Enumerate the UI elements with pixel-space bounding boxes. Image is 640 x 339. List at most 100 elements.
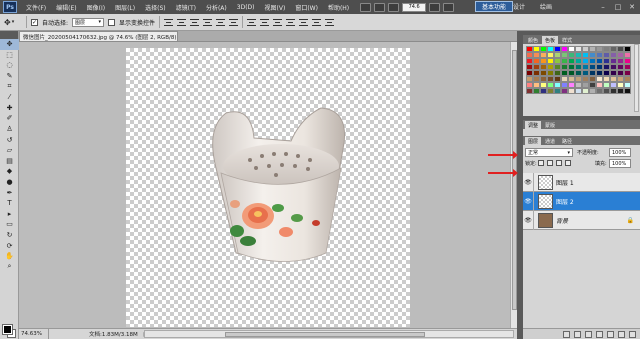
layer-row[interactable]: 👁 图层 1 (523, 172, 640, 192)
distribute-top-icon[interactable] (247, 18, 257, 27)
color-swatch[interactable] (533, 88, 540, 94)
eyedropper-tool-icon[interactable]: ⁄ (0, 92, 19, 103)
auto-align-icon[interactable] (325, 18, 335, 27)
new-group-icon[interactable] (607, 330, 614, 338)
foreground-color-swatch[interactable] (2, 324, 13, 335)
color-swatch[interactable] (603, 88, 610, 94)
menu-item-window[interactable]: 窗口(W) (290, 3, 323, 12)
fill-input[interactable]: 100% (609, 159, 631, 168)
eraser-tool-icon[interactable]: ▱ (0, 145, 19, 156)
tab-styles[interactable]: 样式 (559, 36, 575, 44)
color-swatch[interactable] (547, 88, 554, 94)
align-right-icon[interactable] (229, 18, 239, 27)
pen-tool-icon[interactable]: ✒ (0, 187, 19, 198)
path-selection-tool-icon[interactable]: ▸ (0, 209, 19, 220)
quick-selection-tool-icon[interactable]: ✎ (0, 71, 19, 82)
workspace-design-button[interactable]: 设计 (513, 2, 525, 11)
distribute-vcenter-icon[interactable] (260, 18, 270, 27)
tools-panel-grip[interactable] (0, 31, 18, 39)
gradient-tool-icon[interactable]: ▤ (0, 156, 19, 167)
status-zoom[interactable]: 74.63% (19, 329, 49, 339)
opacity-input[interactable]: 100% (609, 148, 631, 157)
minimize-button[interactable]: – (596, 2, 610, 12)
lock-all-icon[interactable] (565, 160, 571, 166)
color-swatch[interactable] (554, 88, 561, 94)
menu-item-view[interactable]: 视图(V) (260, 3, 291, 12)
clone-stamp-tool-icon[interactable]: ♙ (0, 124, 19, 135)
eye-icon[interactable]: 👁 (523, 210, 534, 230)
tab-adjustments[interactable]: 调整 (525, 121, 542, 129)
healing-brush-tool-icon[interactable]: ✚ (0, 103, 19, 114)
menu-item-select[interactable]: 选择(S) (140, 3, 171, 12)
vertical-scrollbar[interactable] (510, 42, 517, 329)
lock-position-icon[interactable] (556, 160, 562, 166)
layer-row[interactable]: 👁 图层 2 (523, 191, 640, 211)
menu-item-file[interactable]: 文件(F) (21, 3, 51, 12)
menu-item-layer[interactable]: 图层(L) (110, 3, 140, 12)
move-tool-preset-icon[interactable]: ✥ ▾ (4, 16, 22, 28)
maximize-button[interactable]: □ (611, 2, 625, 12)
distribute-left-icon[interactable] (286, 18, 296, 27)
shape-tool-icon[interactable]: ▭ (0, 219, 19, 230)
crop-tool-icon[interactable]: ⌗ (0, 81, 19, 92)
color-swatch[interactable] (617, 88, 624, 94)
align-hcenter-icon[interactable] (216, 18, 226, 27)
color-swatch[interactable] (526, 88, 533, 94)
menu-item-image[interactable]: 图像(I) (82, 3, 110, 12)
tab-layers[interactable]: 图层 (525, 137, 542, 145)
align-vcenter-icon[interactable] (177, 18, 187, 27)
image-canvas[interactable] (126, 48, 410, 327)
link-layers-icon[interactable] (563, 330, 570, 338)
color-swatch[interactable] (540, 88, 547, 94)
menu-item-help[interactable]: 帮助(H) (323, 3, 354, 12)
lasso-tool-icon[interactable]: ◌ (0, 60, 19, 71)
horizontal-scrollbar[interactable] (144, 330, 514, 338)
show-transform-checkbox[interactable] (108, 18, 116, 26)
scroll-thumb[interactable] (225, 332, 425, 337)
adjustment-layer-icon[interactable] (596, 330, 603, 338)
screen-mode-icon[interactable] (443, 2, 455, 12)
eye-icon[interactable]: 👁 (523, 191, 534, 211)
add-mask-icon[interactable] (585, 330, 592, 338)
tab-paths[interactable]: 路径 (559, 137, 575, 145)
menu-item-filter[interactable]: 滤镜(T) (171, 3, 201, 12)
blend-mode-dropdown[interactable]: 正常 ▾ (525, 148, 573, 157)
history-brush-tool-icon[interactable]: ↺ (0, 134, 19, 145)
color-swatch[interactable] (624, 88, 631, 94)
menu-item-3d[interactable]: 3D(D) (232, 4, 260, 11)
layer-row[interactable]: 👁 背景 🔒 (523, 210, 640, 230)
distribute-hcenter-icon[interactable] (299, 18, 309, 27)
lock-image-icon[interactable] (547, 160, 553, 166)
zoom-tool-icon[interactable]: ⌕ (0, 261, 19, 272)
zoom-level-input[interactable]: 74.6 (402, 2, 427, 12)
distribute-right-icon[interactable] (312, 18, 322, 27)
move-tool-icon[interactable]: ✥ (0, 39, 19, 50)
color-swatch[interactable] (610, 88, 617, 94)
dodge-tool-icon[interactable]: ● (0, 177, 19, 188)
close-button[interactable]: ✕ (625, 2, 639, 12)
delete-layer-icon[interactable] (629, 330, 636, 338)
color-swatch[interactable] (596, 88, 603, 94)
brush-tool-icon[interactable]: ✐ (0, 113, 19, 124)
3d-orbit-tool-icon[interactable]: ⟳ (0, 240, 19, 251)
document-tab[interactable]: 微信图片_20200504170632.jpg @ 74.6% (图层 2, R… (19, 31, 178, 41)
auto-select-dropdown[interactable]: 图层 ▾ (72, 17, 105, 27)
workspace-essentials-button[interactable]: 基本功能 (475, 1, 514, 12)
marquee-tool-icon[interactable]: ⬚ (0, 50, 19, 61)
tab-channels[interactable]: 通道 (542, 137, 558, 145)
align-bottom-icon[interactable] (190, 18, 200, 27)
menu-item-edit[interactable]: 编辑(E) (51, 3, 81, 12)
hand-tool-icon[interactable]: ✋ (0, 251, 19, 262)
align-left-icon[interactable] (203, 18, 213, 27)
align-top-icon[interactable] (164, 18, 174, 27)
color-swatch[interactable] (582, 88, 589, 94)
minibridge-icon[interactable] (374, 2, 386, 12)
type-tool-icon[interactable]: T (0, 198, 19, 209)
color-swatch[interactable] (575, 88, 582, 94)
eye-icon[interactable]: 👁 (523, 172, 534, 192)
lock-transparent-icon[interactable] (538, 160, 544, 166)
color-swatch[interactable] (589, 88, 596, 94)
layer-style-icon[interactable] (574, 330, 581, 338)
distribute-bottom-icon[interactable] (273, 18, 283, 27)
auto-select-checkbox[interactable]: ✓ (31, 18, 38, 26)
